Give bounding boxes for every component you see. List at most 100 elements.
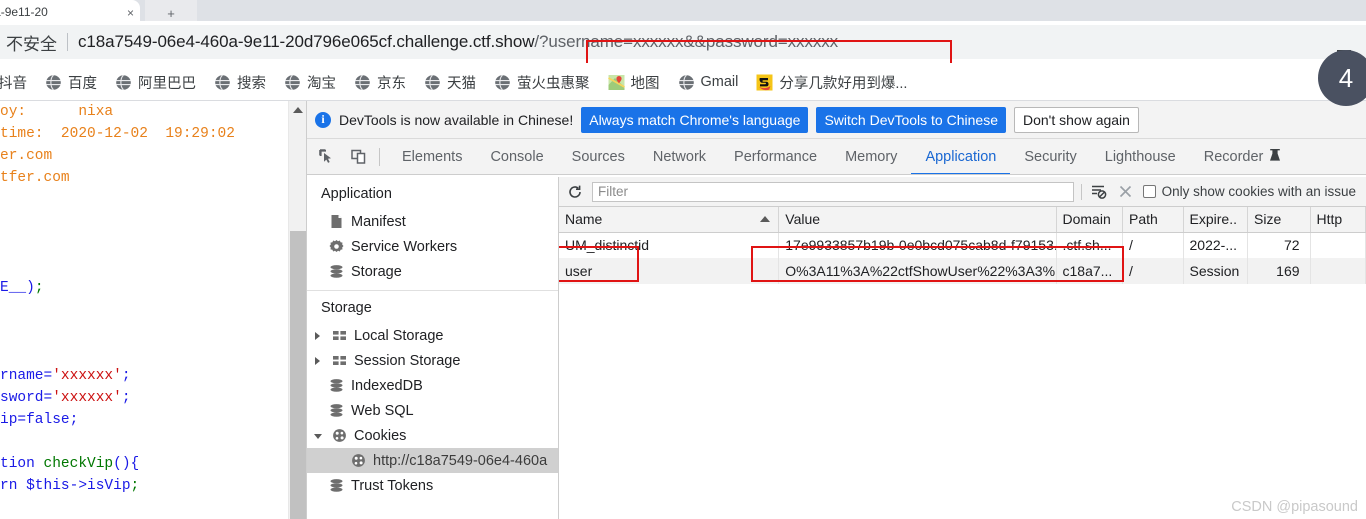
cell-expires[interactable]: 2022-...	[1183, 232, 1249, 258]
sidebar-item-label: Manifest	[351, 213, 406, 230]
security-status-label[interactable]: 不安全	[0, 30, 57, 55]
flask-icon	[1269, 148, 1281, 166]
globe-icon	[495, 74, 510, 90]
column-header-path[interactable]: Path	[1122, 207, 1184, 233]
tab-performance[interactable]: Performance	[720, 139, 831, 174]
sidebar-item-local-storage[interactable]: Local Storage	[307, 323, 558, 348]
sidebar-item-web-sql[interactable]: Web SQL	[307, 398, 558, 423]
bookmark-label: 淘宝	[307, 75, 336, 92]
tab-network[interactable]: Network	[639, 139, 720, 174]
bookmark-item[interactable]: 阿里巴巴	[106, 68, 205, 96]
bookmark-item[interactable]: 天猫	[415, 68, 485, 96]
code-token: E__)	[0, 280, 35, 296]
column-header-expire[interactable]: Expire..	[1183, 207, 1249, 233]
device-toolbar-icon[interactable]	[345, 144, 371, 170]
cell-path[interactable]: /	[1122, 232, 1184, 258]
address-bar[interactable]: 不安全 c18a7549-06e4-460a-9e11-20d796e065cf…	[0, 25, 1366, 59]
sidebar-item-label: Service Workers	[351, 238, 458, 255]
bookmark-item[interactable]: 京东	[345, 68, 415, 96]
sidebar-item-trust-tokens[interactable]: Trust Tokens	[307, 473, 558, 498]
sidebar-item-service-workers[interactable]: Service Workers	[307, 234, 558, 259]
dont-show-again-button[interactable]: Don't show again	[1013, 106, 1139, 133]
cell-expires[interactable]: Session	[1183, 258, 1249, 284]
table-row[interactable]: user O%3A11%3A%22ctfShowUser%22%3A3%... c1…	[559, 258, 1366, 284]
cell-size[interactable]: 169	[1247, 258, 1311, 284]
scrollbar-thumb[interactable]	[290, 231, 306, 519]
inspect-element-icon[interactable]	[313, 144, 339, 170]
code-token: 'xxxxxx'	[52, 368, 122, 384]
cell-name[interactable]: UM_distinctid	[559, 232, 780, 258]
code-token: (){	[113, 456, 140, 472]
table-row[interactable]: UM_distinctid 17e9933857b19b-0e0bcd075cab…	[559, 232, 1366, 258]
column-header-label: Value	[785, 211, 821, 228]
globe-icon	[116, 74, 131, 90]
sidebar-item-cookies[interactable]: Cookies	[307, 423, 558, 448]
column-header-domain[interactable]: Domain	[1056, 207, 1124, 233]
bookmark-label: 抖音	[0, 75, 27, 92]
always-match-language-button[interactable]: Always match Chrome's language	[581, 106, 809, 133]
tab-memory[interactable]: Memory	[831, 139, 911, 174]
cell-path[interactable]: /	[1122, 258, 1184, 284]
sidebar-item-session-storage[interactable]: Session Storage	[307, 348, 558, 373]
code-token: rname=	[0, 368, 53, 384]
bookmark-item[interactable]: 抖音	[0, 68, 36, 96]
banner-message: DevTools is now available in Chinese!	[339, 111, 574, 128]
tab-console[interactable]: Console	[476, 139, 557, 174]
cell-http[interactable]	[1310, 258, 1366, 284]
sidebar-item-storage[interactable]: Storage	[307, 259, 558, 284]
page-scrollbar[interactable]	[288, 101, 306, 519]
sidebar-item-http-c18a7549-06e4-460a[interactable]: http://c18a7549-06e4-460a	[307, 448, 558, 473]
scroll-up-icon[interactable]	[293, 107, 303, 113]
tab-recorder[interactable]: Recorder	[1190, 139, 1296, 174]
code-token: rn	[0, 478, 27, 494]
code-token: ;	[121, 390, 131, 406]
sidebar-item-indexeddb[interactable]: IndexedDB	[307, 373, 558, 398]
bookmark-item[interactable]: 地图	[599, 68, 669, 96]
refresh-icon[interactable]	[565, 182, 585, 202]
google-maps-icon	[607, 74, 625, 90]
cell-name[interactable]: user	[559, 258, 780, 284]
cell-domain[interactable]: .ctf.sh...	[1056, 232, 1124, 258]
column-header-value[interactable]: Value	[778, 207, 1057, 233]
code-token: checkVip	[43, 456, 114, 472]
code-line: er.com	[0, 145, 270, 167]
cell-domain[interactable]: c18a7...	[1056, 258, 1124, 284]
cell-http[interactable]	[1310, 232, 1366, 258]
tab-lighthouse[interactable]: Lighthouse	[1091, 139, 1190, 174]
cell-value[interactable]: 17e9933857b19b-0e0bcd075cab8d-f79153...	[778, 232, 1057, 258]
devtools-body: Application Manifest Service Workers Sto…	[307, 177, 1366, 519]
new-tab-button[interactable]: +	[145, 0, 197, 21]
devtools-panel: i DevTools is now available in Chinese! …	[306, 101, 1366, 519]
column-header-http[interactable]: Http	[1310, 207, 1366, 233]
bookmark-item[interactable]: 搜索	[205, 68, 275, 96]
bookmark-item[interactable]: 分享几款好用到爆...	[747, 68, 916, 96]
column-header-size[interactable]: Size	[1247, 207, 1311, 233]
cell-value[interactable]: O%3A11%3A%22ctfShowUser%22%3A3%...	[778, 258, 1057, 284]
switch-to-chinese-button[interactable]: Switch DevTools to Chinese	[816, 106, 1006, 133]
bookmark-label: 百度	[68, 75, 97, 92]
cell-size[interactable]: 72	[1247, 232, 1311, 258]
close-icon[interactable]	[1116, 182, 1136, 202]
filter-input[interactable]	[592, 181, 1074, 202]
bookmark-label: 搜索	[237, 75, 266, 92]
close-icon[interactable]: ×	[123, 7, 134, 19]
tab-application[interactable]: Application	[911, 139, 1010, 174]
bookmark-item[interactable]: 萤火虫惠聚	[485, 68, 599, 96]
browser-tab[interactable]: 460a-9e11-20 ×	[0, 0, 140, 21]
bookmark-item[interactable]: 百度	[36, 68, 106, 96]
bookmark-item[interactable]: 淘宝	[275, 68, 345, 96]
only-issues-checkbox-wrap[interactable]: Only show cookies with an issue	[1142, 184, 1360, 199]
tab-security[interactable]: Security	[1010, 139, 1090, 174]
page-count-bubble[interactable]: 4	[1318, 50, 1366, 106]
sidebar-item-manifest[interactable]: Manifest	[307, 209, 558, 234]
only-issues-checkbox[interactable]	[1142, 185, 1156, 198]
filter-blocked-icon[interactable]	[1089, 182, 1109, 202]
column-header-name[interactable]: Name	[559, 207, 780, 233]
tab-label: Application	[925, 148, 997, 165]
bookmark-item[interactable]: Gmail	[669, 68, 748, 96]
tab-elements[interactable]: Elements	[388, 139, 476, 174]
tab-sources[interactable]: Sources	[558, 139, 639, 174]
